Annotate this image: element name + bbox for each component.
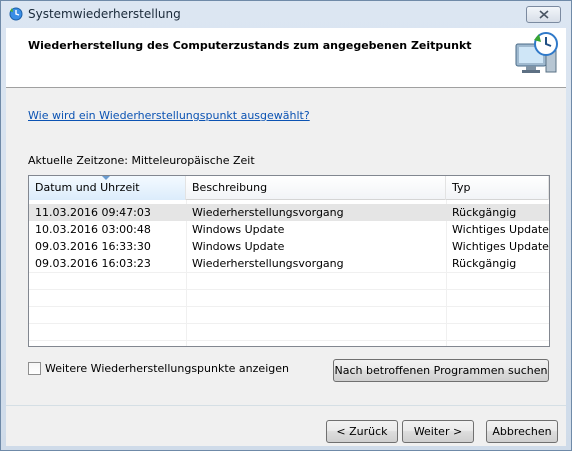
page-title: Wiederherstellung des Computerzustands z… — [28, 39, 472, 52]
system-restore-icon — [515, 32, 558, 73]
back-button[interactable]: < Zurück — [326, 420, 398, 443]
system-restore-app-icon — [9, 7, 23, 21]
system-restore-window: Systemwiederherstellung Wiederherstellun… — [0, 0, 572, 451]
cell-date: 11.03.2016 09:47:03 — [35, 206, 151, 219]
cell-date: 09.03.2016 16:33:30 — [35, 240, 151, 253]
cell-date: 09.03.2016 16:03:23 — [35, 257, 151, 270]
table-row[interactable]: 09.03.2016 16:03:23 Wiederherstellungsvo… — [29, 255, 549, 272]
next-button[interactable]: Weiter > — [402, 420, 474, 443]
more-restore-points-checkbox[interactable]: Weitere Wiederherstellungspunkte anzeige… — [28, 361, 289, 376]
scan-affected-programs-button[interactable]: Nach betroffenen Programmen suchen — [333, 359, 549, 382]
help-link-restore-point[interactable]: Wie wird ein Wiederherstellungspunkt aus… — [28, 109, 310, 122]
grid-line — [29, 323, 549, 324]
column-header-type[interactable]: Typ — [446, 176, 549, 200]
column-header-date[interactable]: Datum und Uhrzeit — [29, 176, 186, 200]
grid-line — [29, 289, 549, 290]
cell-description: Windows Update — [192, 240, 285, 253]
grid-line — [29, 306, 549, 307]
table-row[interactable]: 10.03.2016 03:00:48 Windows Update Wicht… — [29, 221, 549, 238]
divider — [6, 405, 566, 406]
cell-type: Wichtiges Update — [452, 223, 549, 236]
close-button[interactable] — [526, 6, 561, 23]
dialog-header: Wiederherstellung des Computerzustands z… — [6, 28, 566, 88]
cell-description: Wiederherstellungsvorgang — [192, 257, 344, 270]
grid-line — [29, 340, 549, 341]
cell-type: Wichtiges Update — [452, 240, 549, 253]
table-row[interactable]: 09.03.2016 16:33:30 Windows Update Wicht… — [29, 238, 549, 255]
cancel-button[interactable]: Abbrechen — [486, 420, 558, 443]
window-title: Systemwiederherstellung — [28, 7, 181, 21]
close-icon — [538, 10, 549, 19]
dialog-client-area: Wiederherstellung des Computerzustands z… — [6, 28, 566, 446]
title-bar[interactable]: Systemwiederherstellung — [1, 1, 571, 28]
table-header: Datum und Uhrzeit Beschreibung Typ — [29, 176, 549, 200]
cell-type: Rückgängig — [452, 257, 517, 270]
checkbox-label: Weitere Wiederherstellungspunkte anzeige… — [45, 362, 289, 375]
cell-date: 10.03.2016 03:00:48 — [35, 223, 151, 236]
column-header-label: Typ — [452, 181, 471, 194]
cell-type: Rückgängig — [452, 206, 517, 219]
cell-description: Wiederherstellungsvorgang — [192, 206, 344, 219]
grid-line — [29, 272, 549, 273]
sort-arrow-icon — [102, 176, 110, 180]
column-header-description[interactable]: Beschreibung — [186, 176, 446, 200]
timezone-label: Aktuelle Zeitzone: Mitteleuropäische Zei… — [28, 154, 255, 167]
column-header-label: Datum und Uhrzeit — [35, 181, 140, 194]
cell-description: Windows Update — [192, 223, 285, 236]
restore-points-table[interactable]: Datum und Uhrzeit Beschreibung Typ 11.03… — [28, 175, 550, 347]
table-row[interactable]: 11.03.2016 09:47:03 Wiederherstellungsvo… — [29, 204, 549, 221]
checkbox-box[interactable] — [28, 362, 41, 375]
column-header-label: Beschreibung — [192, 181, 268, 194]
